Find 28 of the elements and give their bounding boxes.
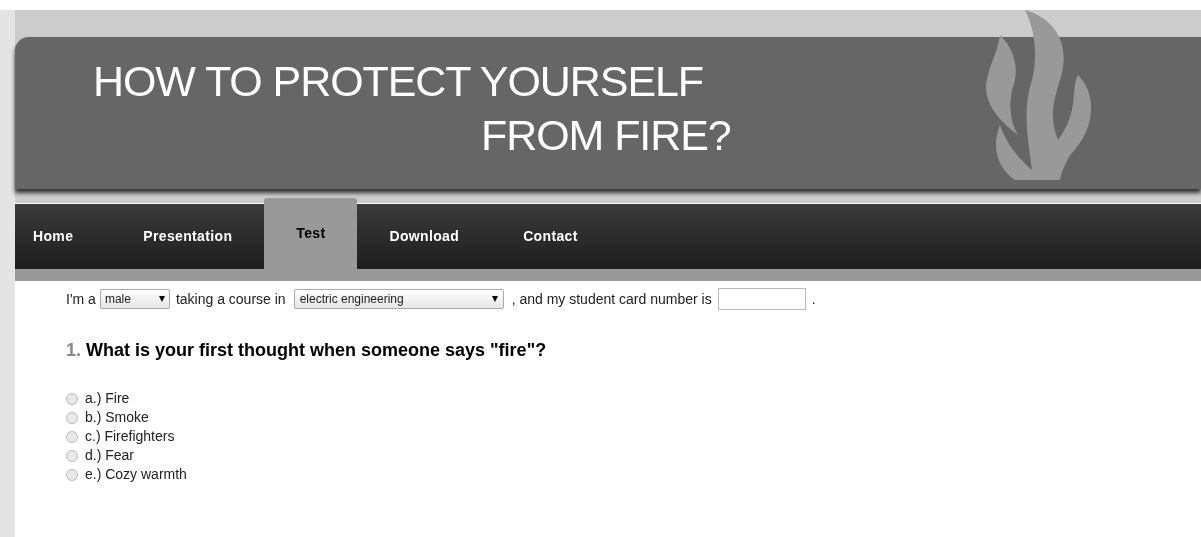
radio-button[interactable]: [66, 430, 78, 443]
radio-button[interactable]: [66, 449, 78, 462]
nav-tab[interactable]: Test: [264, 198, 358, 269]
intro-text: I'm a: [66, 289, 96, 309]
nav-tab[interactable]: Home: [15, 204, 112, 269]
page-title: HOW TO PROTECT YOURSELF: [93, 56, 705, 107]
page-title: FROM FIRE?: [480, 110, 731, 161]
radio-button[interactable]: [66, 468, 78, 481]
answer-label: d.) Fear: [85, 446, 134, 465]
radio-button[interactable]: [66, 392, 78, 405]
answer-label: c.) Firefighters: [85, 427, 175, 446]
question-number: 1.: [66, 340, 82, 360]
answer-label: a.) Fire: [85, 389, 130, 408]
nav-tab[interactable]: Presentation: [111, 204, 265, 269]
intro-text: , and my student card number is: [511, 289, 712, 309]
student-card-field[interactable]: [717, 288, 806, 310]
question-text: What is your first thought when someone says "fire"?: [86, 340, 547, 360]
answer-label: e.) Cozy warmth: [85, 465, 187, 484]
intro-text: taking a course in: [175, 289, 286, 309]
caret-icon: [491, 296, 498, 302]
intro-text: .: [811, 289, 816, 309]
answer-label: b.) Smoke: [85, 408, 149, 427]
gender-select[interactable]: male: [99, 289, 170, 309]
nav-tab[interactable]: Download: [357, 204, 492, 269]
nav-tab[interactable]: Contact: [491, 204, 610, 269]
radio-button[interactable]: [66, 411, 78, 424]
course-select[interactable]: electric engineering: [293, 289, 504, 309]
caret-icon: [158, 296, 165, 302]
